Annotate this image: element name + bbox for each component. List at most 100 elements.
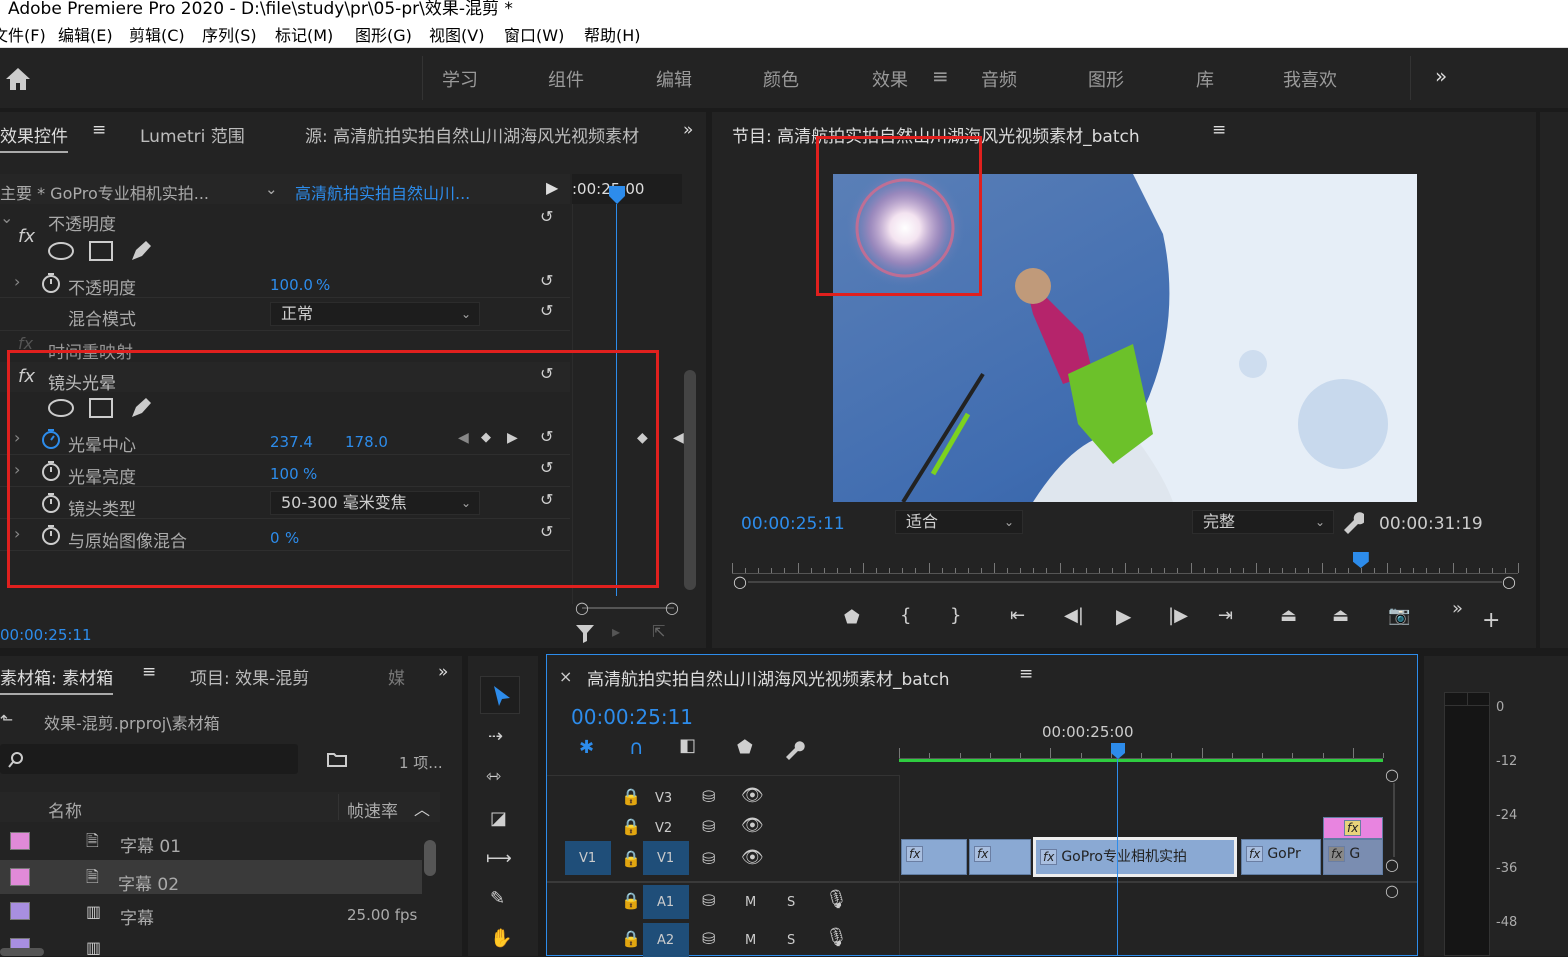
v1-eye-icon[interactable]: 👁 xyxy=(741,847,764,868)
export-frame-camera-icon[interactable]: 📷 xyxy=(1388,607,1410,625)
lift-icon[interactable]: ⏏ xyxy=(1280,607,1297,625)
track-v1-target[interactable]: V1 xyxy=(643,841,689,875)
workspace-learn[interactable]: 学习 xyxy=(442,66,478,92)
a1-mute-button[interactable]: M xyxy=(745,895,756,910)
step-back-icon[interactable]: ◀| xyxy=(1064,607,1084,625)
timeline-add-marker-icon[interactable]: ⬟ xyxy=(737,739,753,757)
master-clip-label[interactable]: 主要 * GoPro专业相机实拍... xyxy=(0,180,209,204)
hand-tool-icon[interactable]: ✋ xyxy=(490,930,512,948)
track-a2-target[interactable]: A2 xyxy=(643,923,689,957)
step-forward-icon[interactable]: |▶ xyxy=(1168,607,1188,625)
v3-sync-icon[interactable]: ⛁ xyxy=(702,787,715,806)
go-to-in-icon[interactable]: ⇤ xyxy=(1010,607,1025,625)
title-clip-v2[interactable]: fx xyxy=(1323,817,1383,839)
fit-dropdown[interactable]: 适合 ⌄ xyxy=(895,510,1023,534)
linked-selection-icon[interactable]: ◧ xyxy=(679,737,696,755)
workspace-effects-menu-icon[interactable]: ≡ xyxy=(932,64,949,88)
opacity-reset-icon[interactable]: ↺ xyxy=(540,208,558,226)
workspace-libraries[interactable]: 库 xyxy=(1196,66,1214,92)
mark-out-icon[interactable]: } xyxy=(950,607,961,625)
a1-solo-button[interactable]: S xyxy=(787,895,795,910)
col-name-header[interactable]: 名称 xyxy=(48,797,82,822)
close-sequence-icon[interactable]: × xyxy=(559,667,572,686)
blend-mode-reset-icon[interactable]: ↺ xyxy=(540,302,558,320)
workspace-audio[interactable]: 音频 xyxy=(981,66,1017,92)
workspace-favorites[interactable]: 我喜欢 xyxy=(1283,66,1337,92)
opacity-stopwatch-icon[interactable] xyxy=(40,272,62,294)
menu-marker[interactable]: 标记(M) xyxy=(275,22,333,46)
list-item[interactable]: ▥ 字幕 25.00 fps xyxy=(0,896,422,930)
track-select-tool-icon[interactable]: ⇢ xyxy=(488,728,503,746)
timeline-clip[interactable]: fx xyxy=(969,839,1031,875)
list-item[interactable]: 🗎 字幕 01 xyxy=(0,824,422,858)
go-to-out-icon[interactable]: ⇥ xyxy=(1218,607,1233,625)
timeline-timecode[interactable]: 00:00:25:11 xyxy=(571,705,693,729)
tab-bin[interactable]: 素材箱: 素材箱 xyxy=(0,664,114,695)
a2-mute-button[interactable]: M xyxy=(745,933,756,948)
ripple-edit-tool-icon[interactable]: ⇿ xyxy=(486,768,501,786)
program-more-icon[interactable]: » xyxy=(1452,600,1463,618)
ec-playhead-icon[interactable] xyxy=(607,184,627,206)
menu-file[interactable]: 文件(F) xyxy=(0,22,46,46)
timeline-clip[interactable]: fx xyxy=(901,839,967,875)
clip-dropdown-icon[interactable]: ⌄ xyxy=(265,180,278,198)
timeline-settings-wrench-icon[interactable] xyxy=(783,739,805,761)
bin-more-icon[interactable]: » xyxy=(438,662,448,682)
menu-view[interactable]: 视图(V) xyxy=(429,22,484,46)
slip-tool-icon[interactable]: ⟼ xyxy=(486,850,512,868)
filter-icon[interactable] xyxy=(574,622,596,644)
ellipse-mask-icon[interactable] xyxy=(46,240,76,262)
track-v2-label[interactable]: V2 xyxy=(655,821,672,836)
program-time-ruler[interactable] xyxy=(732,556,1519,574)
a1-sync-icon[interactable]: ⛁ xyxy=(702,891,715,910)
opacity-prop-reset-icon[interactable]: ↺ xyxy=(540,272,558,290)
play-clip-icon[interactable]: ▶ xyxy=(546,178,558,197)
track-a1-target[interactable]: A1 xyxy=(643,885,689,919)
a1-lock-icon[interactable]: 🔒 xyxy=(621,891,641,910)
timeline-playhead-icon[interactable] xyxy=(1109,741,1127,761)
pen-tool-icon[interactable]: ✎ xyxy=(490,890,505,908)
workspace-assembly[interactable]: 组件 xyxy=(548,66,584,92)
home-icon[interactable] xyxy=(4,66,32,92)
timeline-clip[interactable]: fx GoPr xyxy=(1241,839,1321,875)
menu-help[interactable]: 帮助(H) xyxy=(584,22,641,46)
a2-solo-button[interactable]: S xyxy=(787,933,795,948)
tab-media-browser[interactable]: 媒 xyxy=(388,664,405,689)
ec-vertical-scrollbar[interactable] xyxy=(684,370,696,590)
workspace-editing[interactable]: 编辑 xyxy=(656,66,692,92)
opacity-value[interactable]: 100.0 xyxy=(270,276,313,294)
play-icon[interactable]: ▶ xyxy=(1116,606,1131,626)
workspace-effects[interactable]: 效果 xyxy=(872,66,908,92)
tab-menu-icon[interactable]: ≡ xyxy=(92,120,106,140)
new-search-bin-icon[interactable] xyxy=(326,750,348,768)
tab-effect-controls[interactable]: 效果控件 xyxy=(0,122,68,153)
ec-timecode[interactable]: 00:00:25:11 xyxy=(0,626,92,644)
list-item[interactable]: ▥ xyxy=(0,932,422,956)
quality-dropdown[interactable]: 完整 ⌄ xyxy=(1192,510,1334,534)
program-timecode[interactable]: 00:00:25:11 xyxy=(741,514,845,534)
fx-toggle-icon[interactable]: fx xyxy=(18,226,35,247)
menu-window[interactable]: 窗口(W) xyxy=(504,22,564,46)
snap-magnet-icon[interactable]: ∩ xyxy=(629,737,644,757)
menu-sequence[interactable]: 序列(S) xyxy=(202,22,257,46)
tab-project[interactable]: 项目: 效果-混剪 xyxy=(190,664,309,689)
bin-scrollbar[interactable] xyxy=(424,840,436,876)
play-audio-icon[interactable]: ▸ xyxy=(612,622,620,641)
pen-mask-icon[interactable] xyxy=(128,238,154,264)
timeline-clip[interactable]: fx G xyxy=(1323,839,1383,875)
menu-clip[interactable]: 剪辑(C) xyxy=(129,22,185,46)
a2-voiceover-mic-icon[interactable]: 🎙 xyxy=(825,927,848,948)
col-fps-header[interactable]: 帧速率 xyxy=(347,797,398,822)
bin-search-input[interactable] xyxy=(0,744,298,774)
timeline-ruler[interactable] xyxy=(899,745,1384,759)
sort-ascending-icon[interactable]: ︿ xyxy=(414,796,430,820)
v3-lock-icon[interactable]: 🔒 xyxy=(621,787,641,806)
v2-lock-icon[interactable]: 🔒 xyxy=(621,817,641,836)
v3-eye-icon[interactable]: 👁 xyxy=(741,785,764,806)
v1-sync-icon[interactable]: ⛁ xyxy=(702,849,715,868)
selection-tool-icon[interactable] xyxy=(490,684,512,708)
timeline-menu-icon[interactable]: ≡ xyxy=(1019,664,1033,684)
a1-voiceover-mic-icon[interactable]: 🎙 xyxy=(825,889,848,910)
mark-in-icon[interactable]: { xyxy=(900,607,911,625)
v1-lock-icon[interactable]: 🔒 xyxy=(621,849,641,868)
